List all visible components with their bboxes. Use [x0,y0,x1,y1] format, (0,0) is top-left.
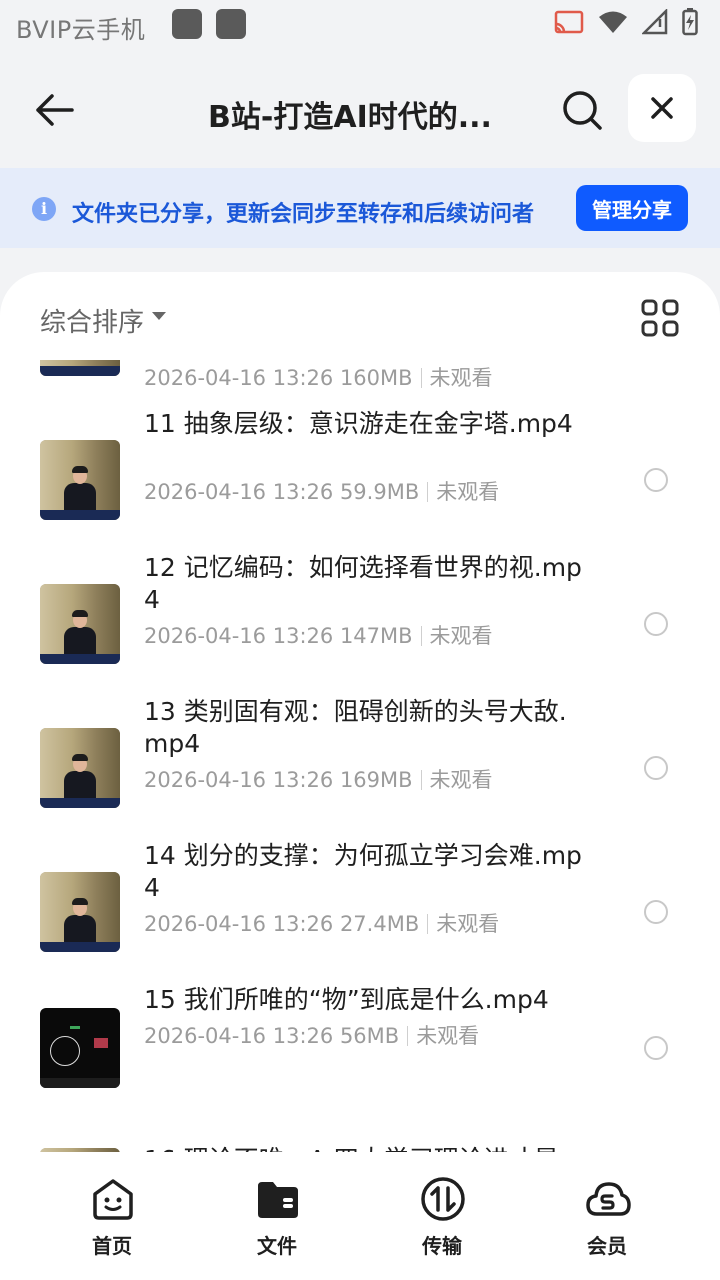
select-radio[interactable] [644,1036,668,1060]
file-meta: 2026-04-16 13:26 27.4MB 未观看 [144,912,500,936]
search-button[interactable] [556,84,608,136]
video-thumbnail [40,872,120,952]
file-name: 13 类别固有观：阻碍创新的头号大敌.mp4 [144,697,567,758]
manage-share-button[interactable]: 管理分享 [576,185,688,231]
tab-vip[interactable]: 会员 [547,1174,667,1264]
folder-icon [258,1182,298,1218]
list-item[interactable]: 15 我们所唯的“物”到底是什么.mp4 2026-04-16 13:26 56… [0,984,720,1128]
select-radio[interactable] [644,468,668,492]
file-meta: 2026-04-16 13:26 56MB 未观看 [144,1024,480,1048]
vip-cloud-icon [586,1182,631,1216]
search-icon [563,91,602,130]
video-thumbnail [40,1008,120,1088]
select-radio[interactable] [644,612,668,636]
wifi-icon [599,11,627,33]
close-button[interactable] [628,74,696,142]
close-icon [651,97,673,119]
cast-icon [554,10,584,34]
tab-transfer[interactable]: 传输 [382,1174,502,1264]
tab-home-label: 首页 [92,1234,132,1258]
file-meta: 2026-04-16 13:26 169MB 未观看 [144,768,493,792]
select-radio[interactable] [644,900,668,924]
tab-files-label: 文件 [257,1234,297,1258]
status-notification-icon [216,9,246,39]
grid-view-icon[interactable] [640,298,680,338]
tab-files[interactable]: 文件 [217,1174,337,1264]
sort-dropdown[interactable]: 综合排序 [40,302,144,339]
file-name: 14 划分的支撑：为何孤立学习会难.mp4 [144,841,582,902]
file-meta: 2026-04-16 13:26 160MB 未观看 [144,366,493,390]
signal-icon [642,9,668,35]
select-radio[interactable] [644,756,668,780]
video-thumbnail [40,440,120,520]
status-notification-icon [172,9,202,39]
list-item[interactable]: 14 划分的支撑：为何孤立学习会难.mp4 2026-04-16 13:26 2… [0,840,720,984]
status-icons [554,8,698,36]
share-banner-text: 文件夹已分享，更新会同步至转存和后续访问者 [72,202,535,227]
file-name: 11 抽象层级：意识游走在金字塔.mp4 [144,409,573,438]
file-list-panel: 综合排序 2026-04-16 13:26 160MB未观看 11 抽象层级： [0,272,720,1152]
caret-down-icon[interactable] [152,312,166,320]
tab-transfer-label: 传输 [422,1234,462,1258]
home-face-icon [93,1179,133,1220]
transfer-icon [421,1177,465,1221]
list-item[interactable]: 2026-04-16 13:26 160MB 未观看 [0,360,720,408]
file-name: 15 我们所唯的“物”到底是什么.mp4 [144,985,549,1014]
info-icon: i [32,197,56,221]
file-name: 12 记忆编码：如何选择看世界的视.mp4 [144,553,582,614]
tab-home[interactable]: 首页 [52,1174,172,1264]
list-item[interactable]: 16 理论不唯，A 四大学习理论进才是 [0,1116,720,1152]
file-list: 2026-04-16 13:26 160MB 未观看 11 抽象层级：意识游走在金… [0,360,720,1152]
back-button[interactable] [28,84,80,136]
status-app-name: BVIP云手机 [16,16,146,44]
list-item[interactable]: 13 类别固有观：阻碍创新的头号大敌.mp4 2026-04-16 13:26 … [0,696,720,840]
tab-vip-label: 会员 [587,1234,627,1258]
video-thumbnail [40,360,120,376]
bottom-tab-bar: 首页 文件 传输 会员 [0,1152,720,1280]
back-arrow-icon [36,94,74,126]
page-title: B站-打造AI时代的... [208,100,492,135]
battery-icon [682,8,698,36]
video-thumbnail [40,584,120,664]
file-meta: 2026-04-16 13:26 147MB 未观看 [144,624,493,648]
file-meta: 2026-04-16 13:26 59.9MB 未观看 [144,480,500,504]
file-name: 16 理论不唯，A 四大学习理论进才是 [144,1144,584,1152]
list-item[interactable]: 12 记忆编码：如何选择看世界的视.mp4 2026-04-16 13:26 1… [0,552,720,696]
video-thumbnail [40,728,120,808]
status-bar: BVIP云手机 [0,0,720,50]
header: B站-打造AI时代的... [0,50,720,168]
list-item[interactable]: 11 抽象层级：意识游走在金字塔.mp4 2026-04-16 13:26 59… [0,408,720,552]
